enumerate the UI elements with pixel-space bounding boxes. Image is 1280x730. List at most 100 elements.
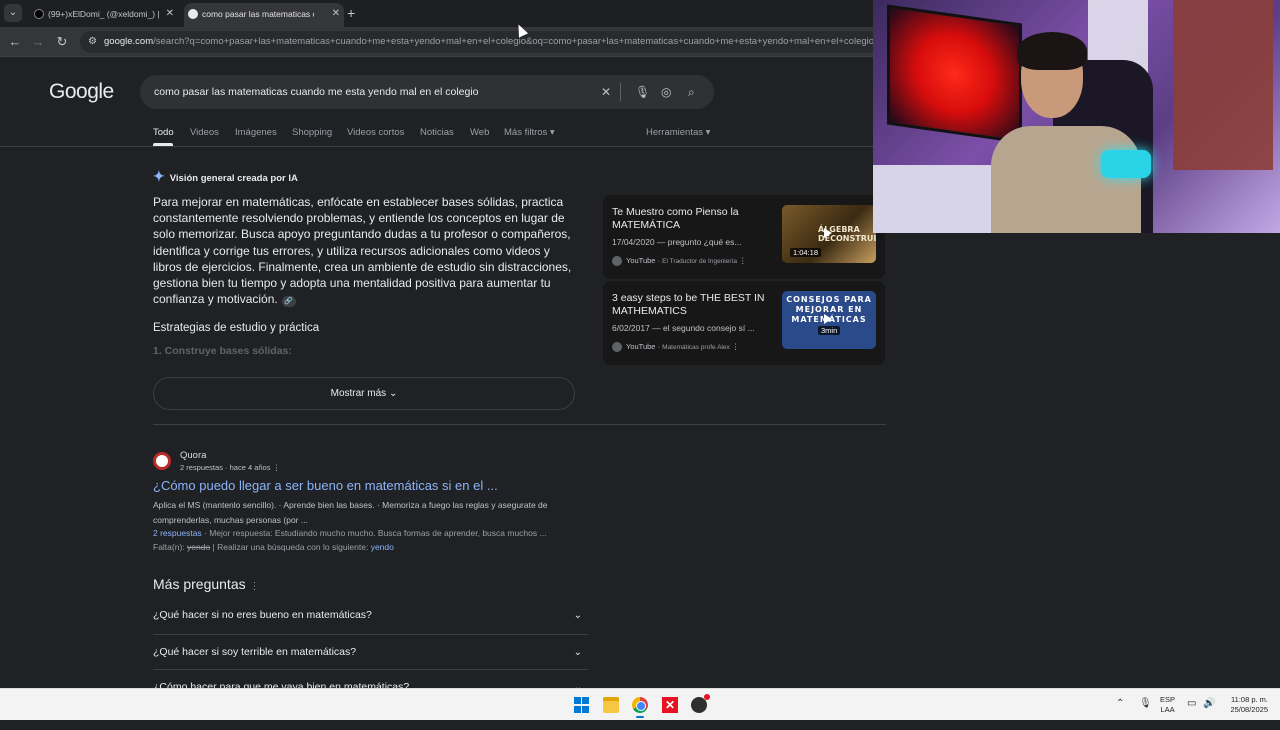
- tab-google-search[interactable]: como pasar las matematicas cu ✕: [184, 3, 344, 27]
- video-title[interactable]: 3 easy steps to be THE BEST IN MATHEMATI…: [612, 292, 777, 318]
- search-icon[interactable]: ⌕: [688, 75, 695, 109]
- camera-icon[interactable]: ◎: [661, 75, 671, 109]
- ai-overview-title: Visión general creada por IA: [169, 173, 298, 184]
- show-more-button[interactable]: Mostrar más ⌄: [153, 377, 575, 410]
- ai-overview-body: Para mejorar en matemáticas, enfócate en…: [153, 194, 575, 308]
- video-card[interactable]: 3 easy steps to be THE BEST IN MATHEMATI…: [603, 281, 885, 365]
- close-tab-icon[interactable]: ✕: [332, 3, 340, 25]
- search-box[interactable]: como pasar las matematicas cuando me est…: [140, 75, 714, 109]
- tab-tiktok[interactable]: (99+)xElDomi_ (@xeldomi_) | Ti ✕: [30, 3, 178, 27]
- person-body: [991, 126, 1141, 233]
- chevron-down-icon: ⌄: [573, 647, 582, 658]
- result-site-name[interactable]: Quora: [180, 450, 206, 461]
- link-icon[interactable]: 🔗: [281, 296, 296, 308]
- video-duration: 1:04:18: [790, 248, 822, 257]
- clock[interactable]: 11:08 p. m. 25/08/2025: [1224, 695, 1268, 727]
- language-top: ESP: [1160, 695, 1176, 704]
- filter-news[interactable]: Noticias: [420, 127, 454, 138]
- paa-title-text: Más preguntas: [153, 576, 246, 592]
- result-meta-text: 2 respuestas · hace 4 años: [180, 463, 271, 472]
- filter-videos[interactable]: Videos: [190, 127, 219, 138]
- video-thumbnail[interactable]: ÁLGEBRA DECONSTRUIDO 1:04:18: [782, 205, 876, 263]
- active-app-indicator: [636, 716, 644, 718]
- filter-more[interactable]: Más filtros ▾: [504, 127, 555, 138]
- site-info-icon[interactable]: ⚙: [88, 31, 97, 53]
- volume-icon[interactable]: 🔊: [1203, 698, 1215, 709]
- webcam-door: [1173, 0, 1273, 170]
- play-icon: [824, 228, 832, 238]
- windows-start-icon[interactable]: [574, 697, 590, 713]
- chevron-down-icon: ⌄: [573, 610, 582, 621]
- webcam-desk: [873, 165, 993, 233]
- url-path: /search?q=como+pasar+las+matematicas+cua…: [153, 36, 875, 47]
- search-with-term-link[interactable]: yendo: [371, 542, 394, 552]
- result-snippet: Aplica el MS (mantenlo sencillo). · Apre…: [153, 500, 548, 525]
- filter-web[interactable]: Web: [470, 127, 489, 138]
- youtube-icon: [612, 256, 622, 267]
- capcut-icon[interactable]: ✕: [662, 697, 678, 713]
- video-source: YouTube · El Traductor de Ingeniería ⋮: [612, 256, 747, 267]
- file-explorer-icon[interactable]: [603, 697, 619, 713]
- filter-shopping[interactable]: Shopping: [292, 127, 332, 138]
- forward-icon[interactable]: →: [29, 33, 47, 51]
- ai-overview-faded-item: 1. Construye bases sólidas:: [153, 345, 292, 357]
- address-bar[interactable]: ⚙ google.com/search?q=como+pasar+las+mat…: [80, 31, 880, 53]
- video-source: YouTube · Matemáticas profe Alex ⋮: [612, 342, 739, 353]
- clear-icon[interactable]: ✕: [601, 75, 611, 109]
- best-answer-text: · Mejor respuesta: Estudiando mucho much…: [201, 528, 547, 538]
- paa-question-text: ¿Qué hacer si soy terrible en matemática…: [153, 646, 357, 658]
- sparkle-icon: ✦: [153, 168, 165, 184]
- video-title[interactable]: Te Muestro como Pienso la MATEMÁTICA: [612, 206, 777, 232]
- video-thumbnail[interactable]: CONSEJOS PARA MEJORAR EN MATEMÁTICAS 3mi…: [782, 291, 876, 349]
- video-description: 6/02/2017 — el segundo consejo sí ...: [612, 323, 755, 333]
- chrome-icon[interactable]: [632, 697, 648, 713]
- clock-date: 25/08/2025: [1230, 705, 1268, 714]
- ai-overview-text: Para mejorar en matemáticas, enfócate en…: [153, 195, 572, 307]
- close-tab-icon[interactable]: ✕: [166, 3, 174, 25]
- missing-label: Falta(n):: [153, 542, 188, 552]
- microphone-tray-icon[interactable]: 🎙: [1139, 698, 1152, 709]
- webcam-overlay: [873, 0, 1280, 233]
- section-divider: [153, 424, 886, 425]
- filter-all[interactable]: Todo: [153, 127, 174, 138]
- youtube-icon: [612, 342, 622, 353]
- search-divider: [620, 83, 621, 101]
- video-channel: Matemáticas profe Alex: [662, 344, 730, 351]
- video-source-name: YouTube: [626, 342, 656, 351]
- tab-search-button[interactable]: ⌄: [4, 4, 22, 22]
- person-hair: [1017, 32, 1087, 70]
- system-tray[interactable]: ⌃ 🎙: [1116, 698, 1152, 730]
- obs-icon[interactable]: [691, 694, 710, 713]
- google-logo[interactable]: Google: [49, 80, 114, 104]
- microphone-icon[interactable]: 🎙: [635, 75, 650, 109]
- missing-terms: Falta(n): yendo | Realizar una búsqueda …: [153, 542, 394, 552]
- chevron-up-icon[interactable]: ⌃: [1116, 698, 1124, 709]
- more-options-icon[interactable]: ⋮: [250, 581, 260, 592]
- paa-question[interactable]: ¿Qué hacer si no eres bueno en matemátic…: [153, 598, 588, 633]
- filter-short-videos[interactable]: Videos cortos: [347, 127, 404, 138]
- result-title-link[interactable]: ¿Cómo puedo llegar a ser bueno en matemá…: [153, 478, 498, 493]
- ai-overview-subhead: Estrategias de estudio y práctica: [153, 322, 320, 334]
- video-card[interactable]: Te Muestro como Pienso la MATEMÁTICA 17/…: [603, 195, 885, 279]
- paa-question-text: ¿Qué hacer si no eres bueno en matemátic…: [153, 609, 372, 621]
- ai-overview-header: ✦ Visión general creada por IA: [153, 168, 298, 185]
- video-duration: 3min: [818, 326, 841, 335]
- filter-images[interactable]: Imágenes: [235, 127, 277, 138]
- people-also-ask-title: Más preguntas ⋮: [153, 576, 260, 592]
- new-tab-button[interactable]: +: [347, 5, 355, 21]
- network-volume-icons[interactable]: ▭ 🔊: [1187, 698, 1216, 730]
- google-icon: [188, 9, 198, 19]
- reload-icon[interactable]: ↻: [53, 33, 71, 51]
- missing-word: yendo: [187, 542, 211, 552]
- search-input[interactable]: como pasar las matematicas cuando me est…: [154, 86, 479, 98]
- tools-button[interactable]: Herramientas ▾: [646, 127, 710, 138]
- network-icon[interactable]: ▭: [1187, 698, 1196, 709]
- language-indicator[interactable]: ESP LAA: [1160, 695, 1175, 727]
- show-more-label: Mostrar más: [330, 388, 387, 399]
- answers-link[interactable]: 2 respuestas: [153, 528, 202, 538]
- paa-question[interactable]: ¿Qué hacer si soy terrible en matemática…: [153, 634, 588, 669]
- video-source-name: YouTube: [626, 256, 656, 265]
- chevron-down-icon: ⌄: [388, 388, 398, 399]
- clock-time: 11:08 p. m.: [1231, 695, 1268, 704]
- back-icon[interactable]: ←: [6, 33, 24, 51]
